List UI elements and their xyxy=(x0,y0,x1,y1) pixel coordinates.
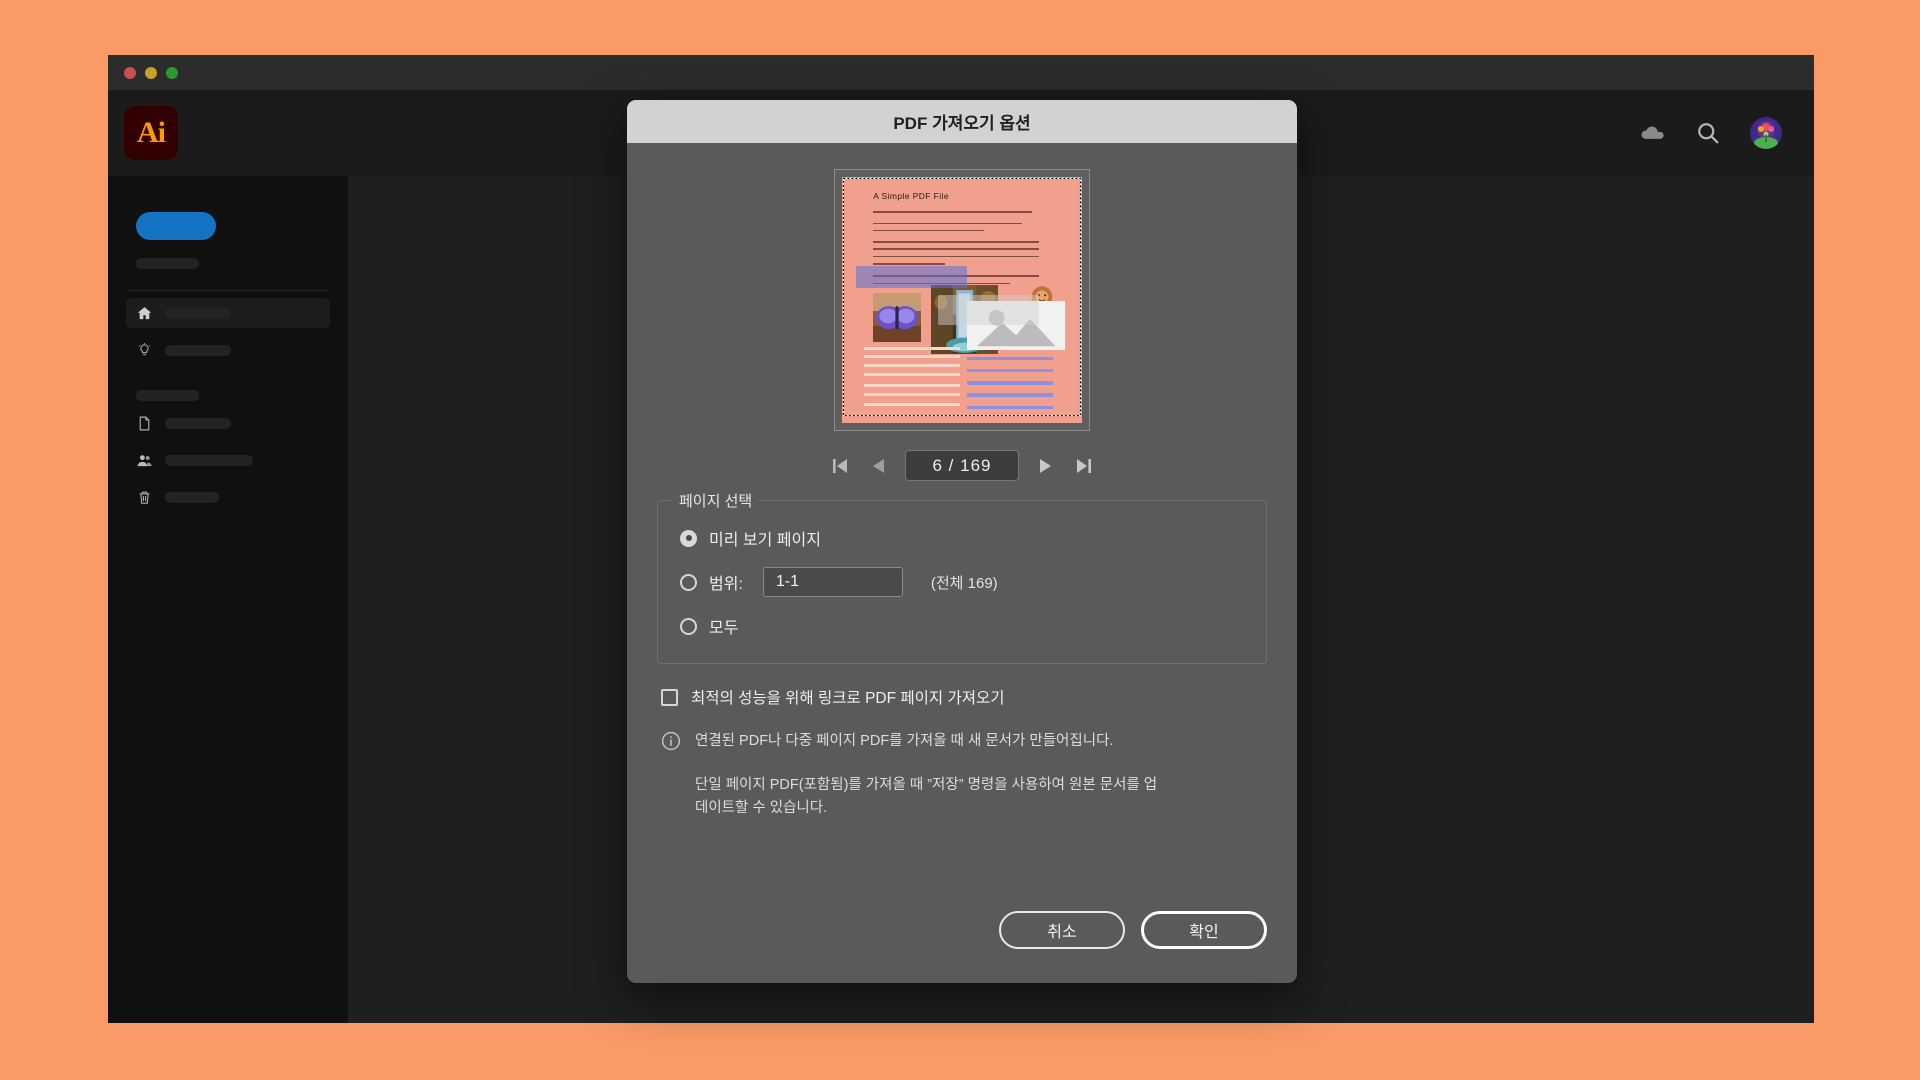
sidebar xyxy=(108,176,348,1023)
window-titlebar xyxy=(108,55,1814,90)
radio-option-range[interactable]: 범위: 1-1 (전체 169) xyxy=(680,565,1244,599)
radio-range-indicator[interactable] xyxy=(680,573,697,591)
search-icon[interactable] xyxy=(1694,119,1722,147)
preview-image-butterfly xyxy=(873,292,922,342)
pdf-preview-wrapper: A Simple PDF File xyxy=(657,169,1267,431)
page-select-group: 페이지 선택 미리 보기 페이지 범위: 1-1 (전체 169) 모두 xyxy=(657,490,1267,664)
sidebar-item-files[interactable] xyxy=(126,408,330,438)
document-icon xyxy=(136,415,153,432)
next-page-button[interactable] xyxy=(1035,454,1057,478)
people-icon xyxy=(136,452,153,469)
sidebar-skeleton-subtitle xyxy=(136,258,199,269)
sidebar-item-shared[interactable] xyxy=(126,445,330,475)
preview-blue-overlay xyxy=(856,265,967,288)
range-input[interactable]: 1-1 xyxy=(762,567,903,597)
dialog-title: PDF 가져오기 옵션 xyxy=(627,100,1297,143)
illustrator-logo: Ai xyxy=(124,106,178,160)
radio-option-preview-page[interactable]: 미리 보기 페이지 xyxy=(680,521,1244,555)
link-import-checkbox-row[interactable]: 최적의 성능을 위해 링크로 PDF 페이지 가져오기 xyxy=(657,686,1267,708)
info-line-1: 연결된 PDF나 다중 페이지 PDF를 가져올 때 새 문서가 만들어집니다. xyxy=(695,733,1114,749)
page-navigation: 6 / 169 xyxy=(657,450,1267,481)
trash-icon xyxy=(136,489,153,506)
page-select-legend: 페이지 선택 xyxy=(672,490,760,511)
radio-preview-page-indicator[interactable] xyxy=(680,529,697,547)
sidebar-divider xyxy=(128,290,328,291)
radio-preview-page-label: 미리 보기 페이지 xyxy=(709,532,821,549)
info-line-2: 단일 페이지 PDF(포함됨)를 가져올 때 ”저장” 명령을 사용하여 원본 … xyxy=(695,777,1158,816)
radio-option-all[interactable]: 모두 xyxy=(680,609,1244,643)
zoom-window-button[interactable] xyxy=(166,66,178,79)
info-block: 연결된 PDF나 다중 페이지 PDF를 가져올 때 새 문서가 만들어집니다.… xyxy=(657,730,1267,819)
close-window-button[interactable] xyxy=(124,66,136,79)
home-icon xyxy=(136,305,153,322)
pdf-import-options-dialog: PDF 가져오기 옵션 A Simple PDF File 6 / 169 페이… xyxy=(627,100,1297,983)
radio-range-label: 범위: xyxy=(709,576,743,593)
page-number-field[interactable]: 6 / 169 xyxy=(905,450,1019,481)
preview-gray-overlay xyxy=(938,295,1039,325)
avatar[interactable] xyxy=(1750,117,1782,149)
sidebar-item-home[interactable] xyxy=(126,298,330,328)
minimize-window-button[interactable] xyxy=(145,66,157,79)
sidebar-skeleton-section xyxy=(136,390,199,401)
radio-all-indicator[interactable] xyxy=(680,617,697,635)
sidebar-item-trash[interactable] xyxy=(126,482,330,512)
info-icon xyxy=(661,731,681,751)
sidebar-item-learn[interactable] xyxy=(126,335,330,365)
cancel-button[interactable]: 취소 xyxy=(999,911,1125,949)
sidebar-item-learn-label xyxy=(165,344,231,356)
link-import-checkbox[interactable] xyxy=(661,688,678,706)
cloud-icon[interactable] xyxy=(1638,119,1666,147)
header-actions xyxy=(1638,117,1782,149)
previous-page-button[interactable] xyxy=(867,454,889,478)
link-import-label: 최적의 성능을 위해 링크로 PDF 페이지 가져오기 xyxy=(691,690,1005,707)
sidebar-item-files-label xyxy=(165,417,231,429)
radio-all-label: 모두 xyxy=(709,620,739,637)
dialog-footer: 취소 확인 xyxy=(627,911,1297,983)
first-page-button[interactable] xyxy=(829,454,851,478)
range-total-label: (전체 169) xyxy=(930,574,998,592)
sidebar-item-trash-label xyxy=(165,491,219,503)
info-texts: 연결된 PDF나 다중 페이지 PDF를 가져올 때 새 문서가 만들어집니다.… xyxy=(695,730,1165,819)
sidebar-cta-button[interactable] xyxy=(136,212,216,240)
lightbulb-icon xyxy=(136,342,153,359)
dialog-content: A Simple PDF File 6 / 169 페이지 선택 미리 보기 페… xyxy=(627,143,1297,911)
preview-page-title: A Simple PDF File xyxy=(873,190,949,201)
pdf-preview-page: A Simple PDF File xyxy=(842,177,1082,423)
last-page-button[interactable] xyxy=(1073,454,1095,478)
sidebar-item-shared-label xyxy=(165,454,253,466)
sidebar-item-home-label xyxy=(165,307,231,319)
ok-button[interactable]: 확인 xyxy=(1141,911,1267,949)
pdf-preview-frame: A Simple PDF File xyxy=(834,169,1090,431)
